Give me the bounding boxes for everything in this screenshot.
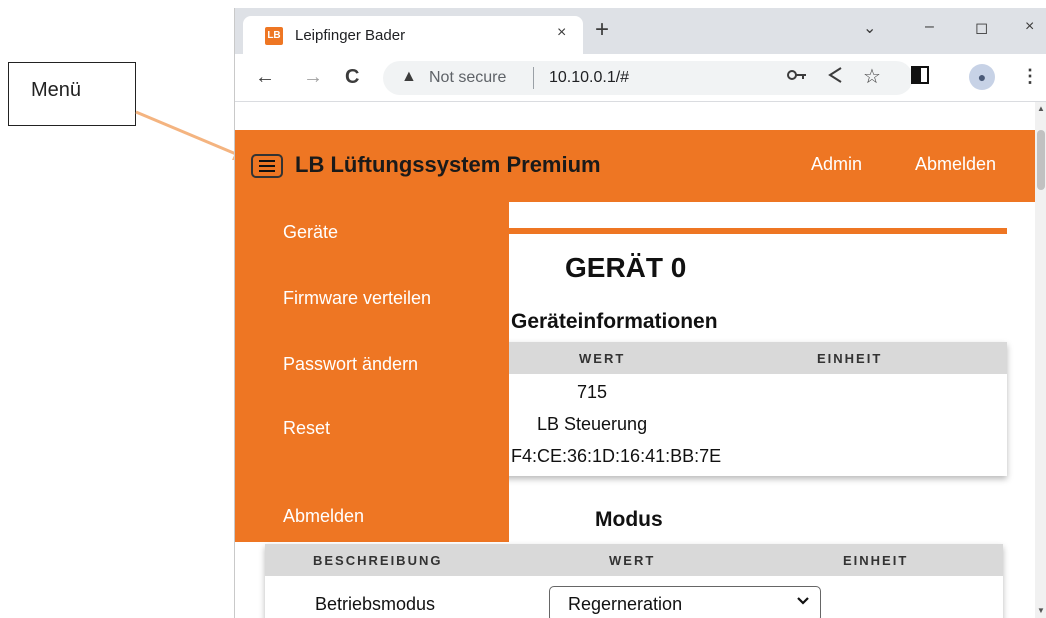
reload-icon[interactable]: C xyxy=(345,66,359,89)
modus-heading: Modus xyxy=(595,508,663,531)
profile-icon[interactable]: ● xyxy=(969,64,995,90)
scroll-down-icon[interactable]: ▼ xyxy=(1037,606,1045,615)
sidepanel-icon[interactable] xyxy=(911,66,929,89)
info-table: WERT EINHEIT 715 LB Steuerung F4:CE:36:1… xyxy=(479,342,1007,476)
minimize-button[interactable]: – xyxy=(925,18,934,36)
back-arrow-icon[interactable]: ← xyxy=(255,66,275,89)
title-divider xyxy=(509,228,1007,234)
screenshot-stage: Menü LB Leipfinger Bader × + ⌄ – ◻ × ← →… xyxy=(0,0,1046,618)
info-row-3-wert: F4:CE:36:1D:16:41:BB:7E xyxy=(511,446,722,466)
tab-title: Leipfinger Bader xyxy=(295,27,406,44)
modus-row-beschreibung: Betriebsmodus xyxy=(315,594,436,614)
chevron-down-icon xyxy=(796,593,810,611)
menu-callout-label: Menü xyxy=(31,79,82,101)
address-separator xyxy=(533,67,534,89)
app-header: LB Lüftungssystem Premium Admin Abmelden xyxy=(235,130,1035,202)
share-icon[interactable] xyxy=(827,66,843,89)
web-page: LB Lüftungssystem Premium Admin Abmelden… xyxy=(235,102,1035,618)
betriebsmodus-value: Regerneration xyxy=(568,594,683,614)
page-title: GERÄT 0 xyxy=(565,252,687,283)
forward-arrow-icon[interactable]: → xyxy=(303,66,323,89)
browser-window: LB Leipfinger Bader × + ⌄ – ◻ × ← → C ▲ … xyxy=(234,8,1046,618)
browser-toolbar: ← → C ▲ Not secure 10.10.0.1/# ☆ ● ⋮ xyxy=(235,54,1046,102)
info-row-1-wert: 715 xyxy=(577,382,608,402)
new-tab-button[interactable]: + xyxy=(595,16,609,44)
modus-col-beschreibung: BESCHREIBUNG xyxy=(313,553,443,568)
maximize-button[interactable]: ◻ xyxy=(975,18,988,38)
modus-table: BESCHREIBUNG WERT EINHEIT Betriebsmodus … xyxy=(265,544,1003,618)
app-title: LB Lüftungssystem Premium xyxy=(295,152,601,177)
window-close-button[interactable]: × xyxy=(1025,18,1034,36)
more-icon[interactable]: ⋮ xyxy=(1021,66,1039,87)
info-table-header: WERT EINHEIT xyxy=(479,342,1007,374)
key-icon[interactable] xyxy=(787,66,807,87)
sidebar-item-abmelden[interactable]: Abmelden xyxy=(283,506,364,527)
page-scrollbar[interactable]: ▲ ▼ xyxy=(1035,102,1046,618)
sidebar-item-geraete[interactable]: Geräte xyxy=(283,222,338,243)
admin-link[interactable]: Admin xyxy=(811,154,862,175)
modus-col-wert: WERT xyxy=(609,553,656,568)
warning-icon[interactable]: ▲ xyxy=(401,68,417,86)
logout-link[interactable]: Abmelden xyxy=(915,154,996,175)
menu-callout-box: Menü xyxy=(8,62,136,126)
url-text[interactable]: 10.10.0.1/# xyxy=(549,69,629,87)
not-secure-label: Not secure xyxy=(429,69,507,86)
sidebar-item-firmware[interactable]: Firmware verteilen xyxy=(283,288,431,309)
sidebar-item-reset[interactable]: Reset xyxy=(283,418,330,439)
modus-col-einheit: EINHEIT xyxy=(843,553,909,568)
side-menu: Geräte Firmware verteilen Passwort änder… xyxy=(235,202,509,542)
info-col-wert: WERT xyxy=(579,351,626,366)
betriebsmodus-select[interactable]: Regerneration xyxy=(549,586,821,618)
hamburger-menu-icon[interactable] xyxy=(251,154,283,178)
scroll-thumb[interactable] xyxy=(1037,130,1045,190)
browser-tab[interactable]: LB Leipfinger Bader × xyxy=(243,16,583,54)
scroll-up-icon[interactable]: ▲ xyxy=(1037,104,1045,113)
info-row-2-wert: LB Steuerung xyxy=(537,414,648,434)
tab-search-chevron-icon[interactable]: ⌄ xyxy=(863,18,876,38)
sidebar-item-passwort[interactable]: Passwort ändern xyxy=(283,354,418,375)
star-icon[interactable]: ☆ xyxy=(863,64,881,89)
info-col-einheit: EINHEIT xyxy=(817,351,883,366)
info-heading: Geräteinformationen xyxy=(511,310,718,333)
lb-favicon-icon: LB xyxy=(265,27,283,45)
modus-table-header: BESCHREIBUNG WERT EINHEIT xyxy=(265,544,1003,576)
tab-strip: LB Leipfinger Bader × + ⌄ – ◻ × xyxy=(235,8,1046,54)
tab-close-icon[interactable]: × xyxy=(557,24,566,42)
